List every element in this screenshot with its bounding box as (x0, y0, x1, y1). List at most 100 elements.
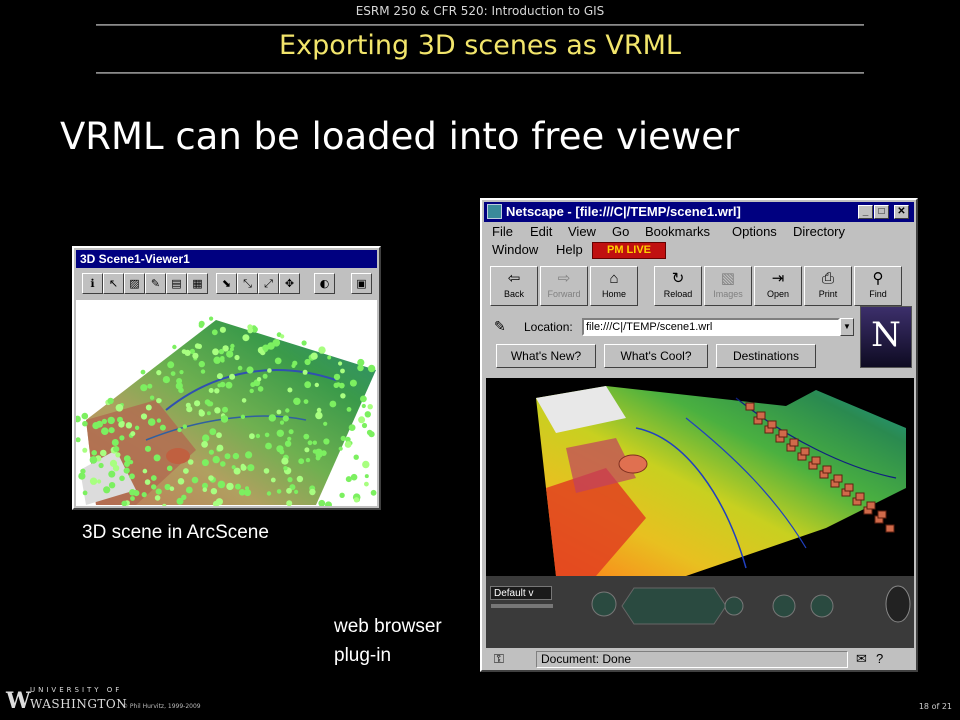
terrain-point (318, 346, 326, 354)
terrain-point (89, 477, 98, 485)
terrain-point (177, 427, 182, 433)
menu-go[interactable]: Go (612, 224, 629, 239)
menu-options[interactable]: Options (732, 224, 777, 239)
images-label: Images (713, 289, 743, 299)
destinations-button[interactable]: Destinations (716, 344, 816, 368)
minimize-icon[interactable]: _ (858, 205, 873, 219)
terrain-point (80, 468, 86, 474)
reload-button[interactable]: ↻ Reload (654, 266, 702, 306)
terrain-point (364, 481, 369, 487)
maximize-icon[interactable]: □ (874, 205, 889, 219)
terrain-point (345, 476, 352, 483)
terrain-point (118, 421, 125, 428)
mail-icon[interactable]: ✉ (856, 651, 867, 667)
vrml-building (745, 402, 755, 411)
home-button[interactable]: ⌂ Home (590, 266, 638, 306)
terrain-point (123, 467, 130, 474)
full-extent-icon[interactable]: ⤢ (258, 273, 279, 294)
terrain-point (142, 468, 148, 474)
status-bar: ⚿ Document: Done ✉ ? (486, 650, 914, 670)
vrml-building (877, 510, 887, 519)
terrain-point (360, 395, 367, 403)
whats-cool-button[interactable]: What's Cool? (604, 344, 708, 368)
menu-file[interactable]: File (492, 224, 513, 239)
print-button[interactable]: ⎙ Print (804, 266, 852, 306)
terrain-point (230, 343, 235, 349)
zoom-out-icon[interactable]: ⤡ (237, 273, 258, 294)
terrain-point (276, 445, 284, 453)
vrml-viewport[interactable] (486, 378, 914, 576)
info-icon[interactable]: ℹ (82, 273, 103, 294)
save-icon[interactable]: ▣ (351, 273, 372, 294)
close-icon[interactable]: ✕ (894, 205, 909, 219)
netscape-logo[interactable]: N (860, 306, 912, 368)
terrain-point (182, 424, 187, 429)
terrain-point (144, 445, 152, 452)
add-data-icon[interactable]: ▤ (166, 273, 187, 294)
terrain-point (169, 486, 175, 491)
terrain-point (276, 409, 282, 415)
terrain-point (97, 479, 102, 484)
select-features-icon[interactable]: ▨ (124, 273, 145, 294)
terrain-point (323, 438, 330, 445)
find-button[interactable]: ⚲ Find (854, 266, 902, 306)
course-title: ESRM 250 & CFR 520: Introduction to GIS (355, 4, 605, 18)
menu-window[interactable]: Window (492, 242, 538, 257)
terrain-point (283, 466, 288, 471)
menu-directory[interactable]: Directory (793, 224, 845, 239)
terrain-point (216, 432, 222, 439)
terrain-point (130, 431, 136, 437)
terrain-point (108, 482, 116, 489)
open-icon: ⇥ (771, 270, 785, 287)
caption-browser-line2: plug-in (334, 645, 392, 666)
terrain-point (262, 344, 270, 352)
terrain-point (346, 407, 352, 412)
forward-button[interactable]: ⇨ Forward (540, 266, 588, 306)
bookmark-pencil-icon[interactable]: ✎ (494, 318, 506, 335)
terrain-point (247, 324, 253, 330)
add-layer-icon[interactable]: ▦ (187, 273, 208, 294)
pm-live-badge[interactable]: PM LIVE (592, 242, 666, 259)
terrain-point (323, 421, 328, 426)
help-icon[interactable]: ? (876, 651, 883, 666)
open-button[interactable]: ⇥ Open (754, 266, 802, 306)
terrain-point (303, 433, 310, 440)
terrain-point (312, 449, 317, 454)
viewpoint-select[interactable]: Default v (490, 586, 552, 600)
terrain-point (240, 463, 246, 469)
terrain-point (107, 416, 115, 425)
select-icon[interactable]: ↖ (103, 273, 124, 294)
terrain-point (198, 409, 204, 414)
location-input[interactable]: file:///C|/TEMP/scene1.wrl (582, 318, 840, 336)
terrain-point (276, 429, 284, 437)
netscape-app-icon[interactable] (487, 204, 502, 219)
menu-bookmarks[interactable]: Bookmarks (645, 224, 710, 239)
terrain-point (361, 403, 366, 409)
terrain-point (82, 447, 88, 453)
back-button[interactable]: ⇦ Back (490, 266, 538, 306)
images-button[interactable]: ▧ Images (704, 266, 752, 306)
navigate-icon[interactable]: ✥ (279, 273, 300, 294)
terrain-point (287, 477, 293, 483)
vrml-tank (618, 454, 648, 474)
tooltip-icon[interactable]: ◐ (314, 273, 335, 294)
arcscene-terrain (76, 316, 377, 506)
zoom-in-icon[interactable]: ⬊ (216, 273, 237, 294)
terrain-point (220, 461, 226, 467)
chevron-down-icon[interactable]: ▼ (840, 318, 854, 336)
top-divider (96, 24, 864, 26)
whats-new-button[interactable]: What's New? (496, 344, 596, 368)
terrain-point (237, 365, 243, 371)
menu-edit[interactable]: Edit (530, 224, 552, 239)
menu-view[interactable]: View (568, 224, 596, 239)
terrain-point (370, 489, 377, 496)
clear-icon[interactable]: ✎ (145, 273, 166, 294)
menu-help[interactable]: Help (556, 242, 583, 257)
security-key-icon[interactable]: ⚿ (494, 651, 504, 667)
terrain-point (184, 349, 191, 356)
terrain-point (112, 465, 120, 472)
terrain-point (231, 465, 236, 470)
arcscene-3d-view[interactable] (76, 300, 377, 506)
terrain-point (235, 483, 241, 490)
terrain-point (140, 369, 146, 375)
